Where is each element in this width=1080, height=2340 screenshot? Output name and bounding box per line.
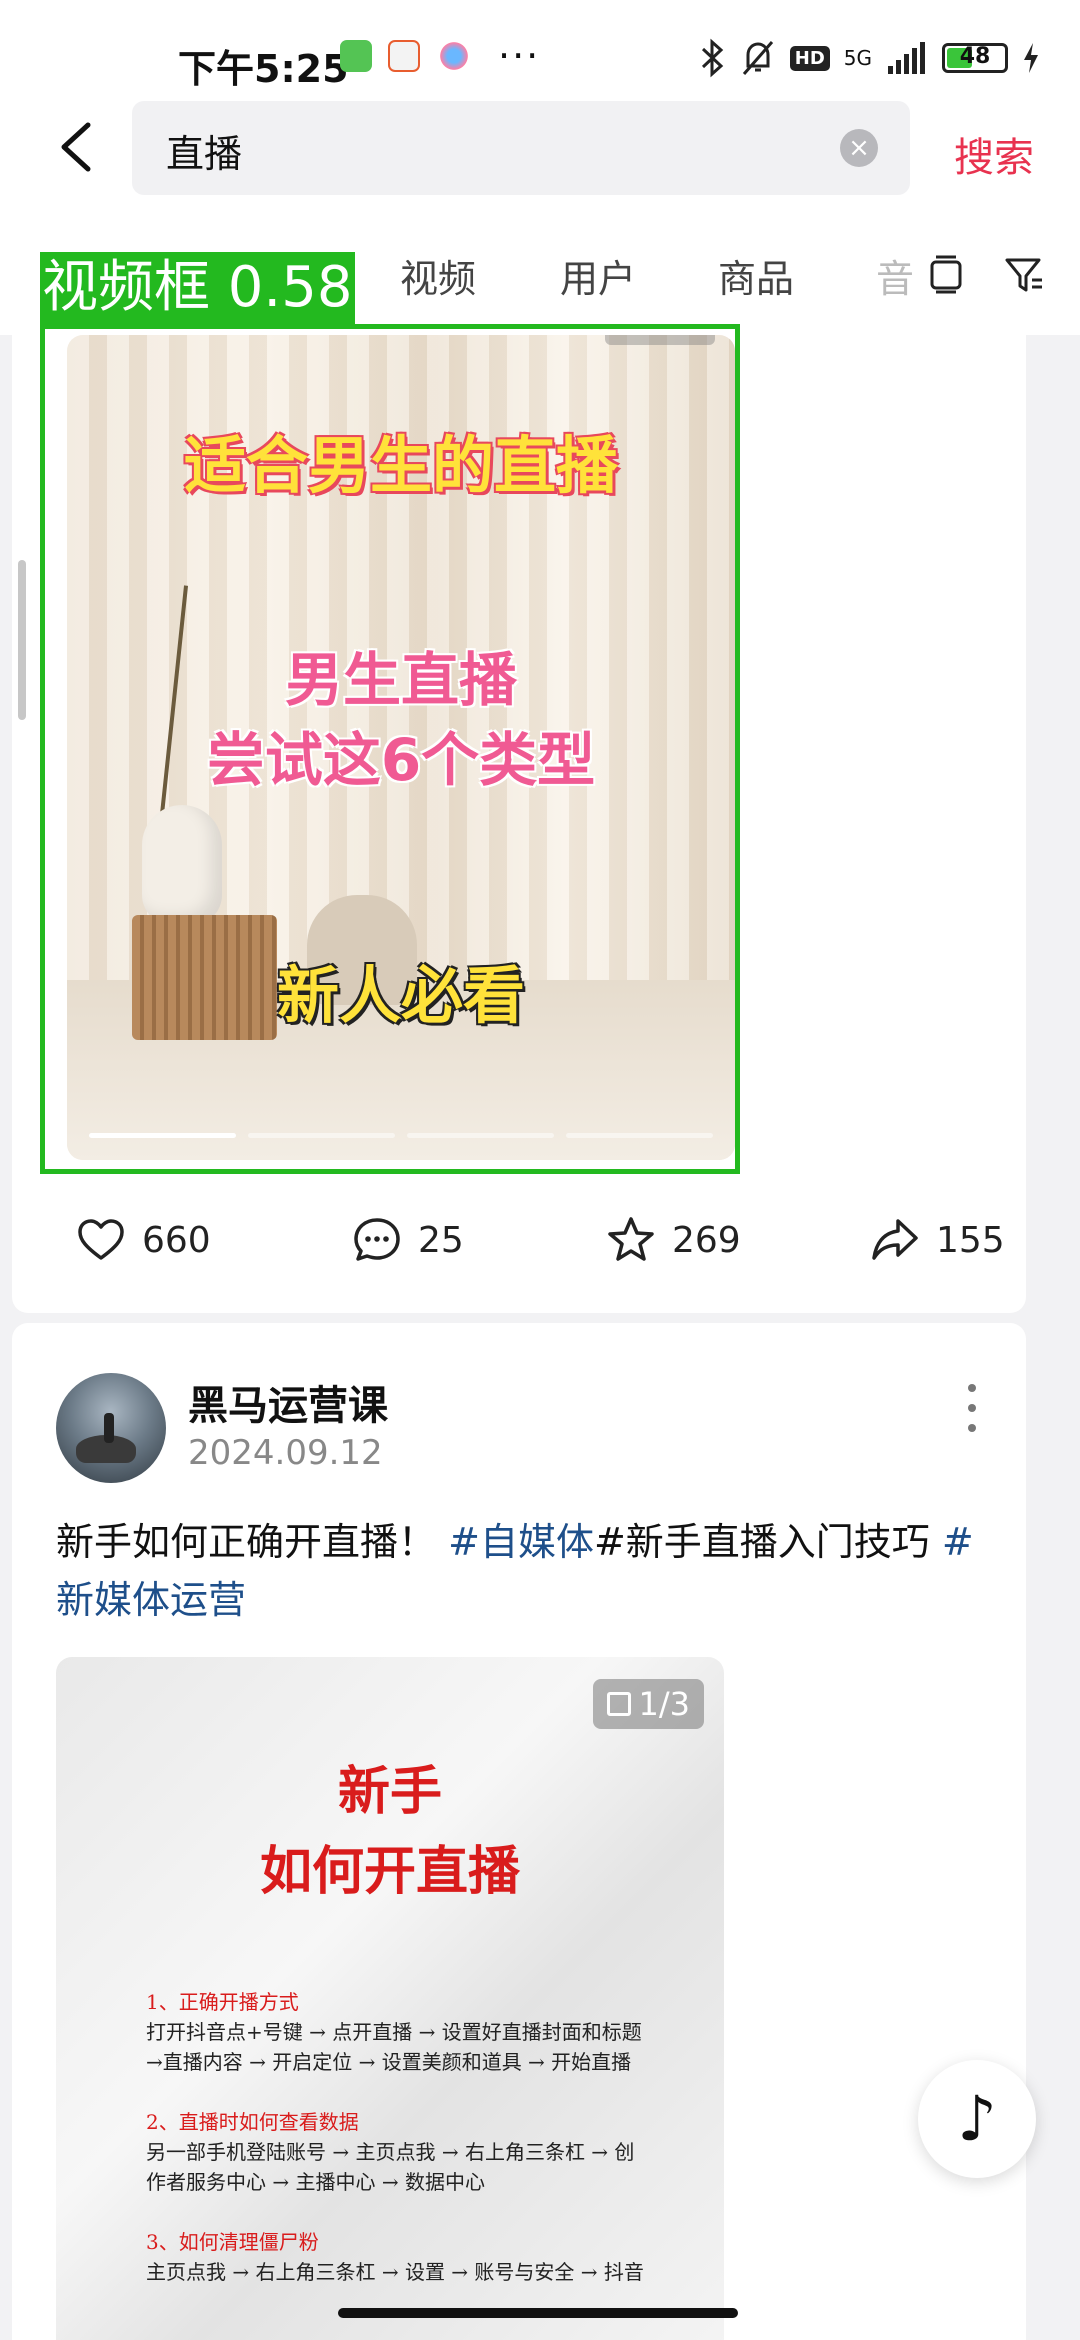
favorite-button[interactable]: 269 xyxy=(606,1205,741,1275)
filter-icon[interactable] xyxy=(1002,252,1046,296)
network-label: 5G xyxy=(843,46,872,70)
like-count: 660 xyxy=(142,1219,211,1261)
battery-label: 48 xyxy=(959,44,991,69)
post-caption[interactable]: 新手如何正确开直播！ #自媒体#新手直播入门技巧 #新媒体运营 xyxy=(56,1513,996,1629)
battery-icon: 48 xyxy=(942,43,1008,73)
like-button[interactable]: 660 xyxy=(76,1205,211,1275)
search-query[interactable]: 直播 xyxy=(166,123,242,178)
bluetooth-icon xyxy=(701,38,723,78)
status-time: 下午5:25 xyxy=(178,47,349,91)
comment-button[interactable]: 25 xyxy=(352,1205,464,1275)
image-section-3: 3、如何清理僵尸粉 主页点我 → 右上角三条杠 → 设置 → 账号与安全 → 抖… xyxy=(146,2227,644,2287)
douyin-fab-button[interactable]: ♪ xyxy=(918,2060,1036,2178)
share-count: 155 xyxy=(936,1219,1005,1261)
author-name[interactable]: 黑马运营课 xyxy=(188,1373,388,1431)
wechat-notification-icon xyxy=(340,40,372,72)
heart-icon xyxy=(78,1219,124,1260)
image-title: 新手 如何开直播 xyxy=(56,1752,724,1912)
tab-video[interactable]: 视频 xyxy=(400,248,476,303)
search-header: 直播 × 搜索 xyxy=(0,95,1080,210)
comment-icon xyxy=(354,1218,400,1261)
detection-label: 视频框 0.58 xyxy=(40,252,355,324)
section-title: 1、正确开播方式 xyxy=(146,1990,299,2014)
tab-music-partial[interactable]: 音 xyxy=(876,248,914,303)
post-image-2[interactable]: 1/3 新手 如何开直播 1、正确开播方式 打开抖音点+号键 → 点开直播 → … xyxy=(56,1657,724,2340)
caption-text: 新手如何正确开直播！ xyxy=(56,1520,437,1564)
section-line: 作者服务中心 → 主播中心 → 数据中心 xyxy=(146,2170,485,2194)
section-line: →直播内容 → 开启定位 → 设置美颜和道具 → 开始直播 xyxy=(146,2050,632,2074)
section-title: 2、直播时如何查看数据 xyxy=(146,2110,359,2134)
share-icon xyxy=(872,1219,918,1260)
avatar[interactable] xyxy=(56,1373,166,1483)
multi-image-icon xyxy=(606,1692,631,1716)
status-right: HD 5G 48 xyxy=(700,38,1040,78)
more-options-icon[interactable] xyxy=(962,1378,982,1438)
layout-toggle-icon[interactable] xyxy=(924,252,968,296)
image-section-2: 2、直播时如何查看数据 另一部手机登陆账号 → 主页点我 → 右上角三条杠 → … xyxy=(146,2107,634,2197)
avatar-figure xyxy=(104,1413,114,1443)
back-arrow-icon[interactable] xyxy=(48,117,108,177)
search-input[interactable]: 直播 × xyxy=(132,101,910,195)
clear-search-icon[interactable]: × xyxy=(840,129,878,167)
home-indicator[interactable] xyxy=(338,2308,738,2318)
comment-count: 25 xyxy=(418,1219,464,1261)
hashtag-plain: #新手直播入门技巧 xyxy=(593,1520,930,1564)
section-title: 3、如何清理僵尸粉 xyxy=(146,2230,319,2254)
section-line: 打开抖音点+号键 → 点开直播 → 设置好直播封面和标题 xyxy=(146,2020,642,2044)
58-app-notification-icon xyxy=(388,40,420,72)
mute-bell-icon xyxy=(742,41,773,75)
post-card-2: 黑马运营课 2024.09.12 新手如何正确开直播！ #自媒体#新手直播入门技… xyxy=(12,1323,1026,2340)
post-actions: 660 25 269 155 xyxy=(12,1205,1026,1275)
post-date: 2024.09.12 xyxy=(188,1433,383,1473)
tab-users[interactable]: 用户 xyxy=(560,248,636,303)
hashtag-link[interactable]: #自媒体 xyxy=(448,1520,594,1564)
image-counter: 1/3 xyxy=(592,1679,704,1729)
more-notifications-icon: ··· xyxy=(498,34,541,78)
favorite-count: 269 xyxy=(672,1219,741,1261)
detection-box xyxy=(40,324,740,1174)
image-section-1: 1、正确开播方式 打开抖音点+号键 → 点开直播 → 设置好直播封面和标题 →直… xyxy=(146,1987,642,2077)
image-title-line-2: 如何开直播 xyxy=(259,1841,520,1902)
status-bar: 下午5:25 ··· HD 5G 48 xyxy=(0,0,1080,95)
section-line: 另一部手机登陆账号 → 主页点我 → 右上角三条杠 → 创 xyxy=(146,2140,635,2164)
signal-icon xyxy=(888,42,925,74)
tab-products[interactable]: 商品 xyxy=(718,248,794,303)
star-icon xyxy=(608,1217,654,1261)
search-button[interactable]: 搜索 xyxy=(954,125,1034,183)
scrollbar[interactable] xyxy=(18,560,26,720)
hd-badge: HD xyxy=(789,45,830,71)
share-button[interactable]: 155 xyxy=(870,1205,1005,1275)
image-title-line-1: 新手 xyxy=(337,1761,442,1822)
section-line: 主页点我 → 右上角三条杠 → 设置 → 账号与安全 → 抖音 xyxy=(146,2260,644,2284)
cloud-app-notification-icon xyxy=(438,40,470,72)
image-counter-text: 1/3 xyxy=(638,1685,691,1723)
charging-icon xyxy=(1024,43,1038,73)
